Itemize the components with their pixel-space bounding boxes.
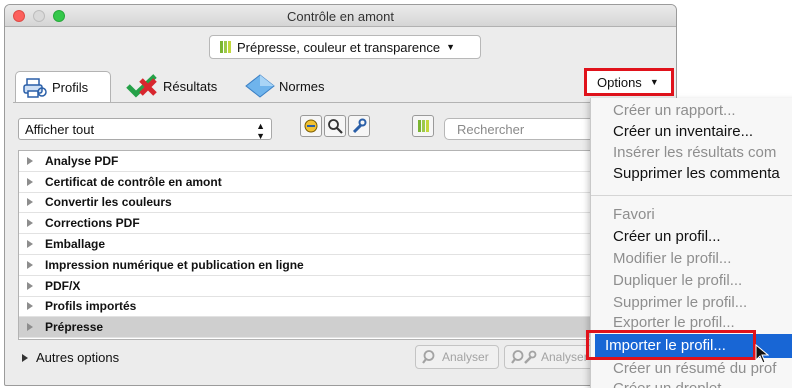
tab-results[interactable]: Résultats [125,71,217,101]
menu-separator [591,195,792,196]
category-dropdown-label: Prépresse, couleur et transparence [237,39,441,55]
list-item-label: Corrections PDF [45,216,140,231]
magnifier-icon [422,350,435,364]
select-profile-by-pick-button[interactable] [300,115,322,137]
tab-standards[interactable]: Normes [245,71,325,101]
chevron-down-icon: ▼ [446,42,455,52]
analyze-button-label: Analyser [442,350,489,364]
list-item-label: Profils importés [45,299,137,314]
disclosure-triangle-icon [27,219,35,228]
tab-standards-label: Normes [279,78,325,94]
list-item[interactable]: Convertir les couleurs [19,193,627,214]
analyze-and-fix-button-label: Analyser [541,350,588,364]
disclosure-triangle-icon [27,302,35,311]
menu-item-create-summary[interactable]: Créer un résumé du prof [613,360,776,377]
menu-item-edit-profile[interactable]: Modifier le profil... [613,250,731,267]
title-bar: Contrôle en amont [5,5,676,27]
list-item-label: Analyse PDF [45,153,119,168]
list-item-label: Emballage [45,237,106,252]
results-check-icon [126,74,157,98]
options-button[interactable]: Options ▼ [584,68,674,96]
color-bars-icon [220,41,231,53]
menu-item-duplicate-profile[interactable]: Dupliquer le profil... [613,272,742,289]
menu-item-create-report[interactable]: Créer un rapport... [613,102,736,119]
list-item[interactable]: Profils importés [19,297,627,318]
list-item[interactable]: PDF/X [19,276,627,297]
list-item-label: Impression numérique et publication en l… [45,257,304,272]
search-input[interactable]: Rechercher [444,118,604,140]
standards-diamond-icon [245,74,275,98]
options-button-label: Options [597,74,642,90]
select-arrows-icon: ▲ ▼ [256,121,265,141]
edit-fixup-button[interactable] [348,115,370,137]
tab-profiles[interactable]: Profils [15,71,111,103]
disclosure-triangle-icon [27,260,35,269]
disclosure-triangle-icon [27,323,35,332]
find-profile-button[interactable] [324,115,346,137]
profile-filter-value: Afficher tout [25,121,95,137]
window-title: Contrôle en amont [287,9,394,24]
category-view-button[interactable] [412,115,434,137]
tab-profiles-label: Profils [52,80,89,95]
disclosure-triangle-icon [27,177,35,186]
more-options-toggle[interactable]: Autres options [22,350,119,365]
magnifier-icon [328,119,343,134]
menu-item-delete-profile[interactable]: Supprimer le profil... [613,294,747,311]
list-item[interactable]: Emballage [19,234,627,255]
disclosure-triangle-icon [27,156,35,165]
mouse-pointer-icon [755,344,769,364]
list-item-label: PDF/X [45,278,81,293]
menu-item-create-profile[interactable]: Créer un profil... [613,228,721,245]
wrench-icon [352,118,367,134]
chevron-down-icon: ▼ [649,77,659,87]
list-item[interactable]: Impression numérique et publication en l… [19,255,627,276]
disclosure-triangle-icon [27,198,35,207]
disclosure-triangle-icon [27,240,35,249]
menu-item-create-inventory[interactable]: Créer un inventaire... [613,123,753,140]
menu-item-insert-results[interactable]: Insérer les résultats com [613,144,776,161]
tab-results-label: Résultats [163,78,218,94]
profile-filter-select[interactable]: Afficher tout ▲ ▼ [18,118,272,141]
analyze-button[interactable]: Analyser [415,345,499,369]
list-item[interactable]: Analyse PDF [19,151,627,172]
disclosure-triangle-icon [22,353,28,362]
list-item[interactable]: Corrections PDF [19,213,627,235]
menu-item-create-droplet[interactable]: Créer un droplet... [613,380,734,388]
magnifier-wrench-icon [511,350,537,364]
menu-item-favorite[interactable]: Favori [613,206,655,223]
list-item-label: Convertir les couleurs [45,195,172,210]
more-options-label: Autres options [36,350,120,365]
analyze-and-fix-button[interactable]: Analyser [504,345,600,369]
menu-item-delete-comments[interactable]: Supprimer les commenta [613,165,780,182]
color-bars-icon [417,120,429,132]
list-item[interactable]: Certificat de contrôle en amont [19,172,627,193]
search-placeholder: Rechercher [457,121,525,137]
menu-item-export-profile[interactable]: Exporter le profil... [613,314,735,331]
list-item-label: Prépresse [45,320,104,335]
list-item-label: Certificat de contrôle en amont [45,174,222,189]
profiles-printer-icon [23,77,47,98]
profile-group-list: Analyse PDF Certificat de contrôle en am… [18,150,628,340]
category-dropdown[interactable]: Prépresse, couleur et transparence ▼ [209,35,481,59]
list-item[interactable]: Prépresse [19,317,627,339]
disclosure-triangle-icon [27,281,35,290]
pick-tool-icon [304,119,318,133]
